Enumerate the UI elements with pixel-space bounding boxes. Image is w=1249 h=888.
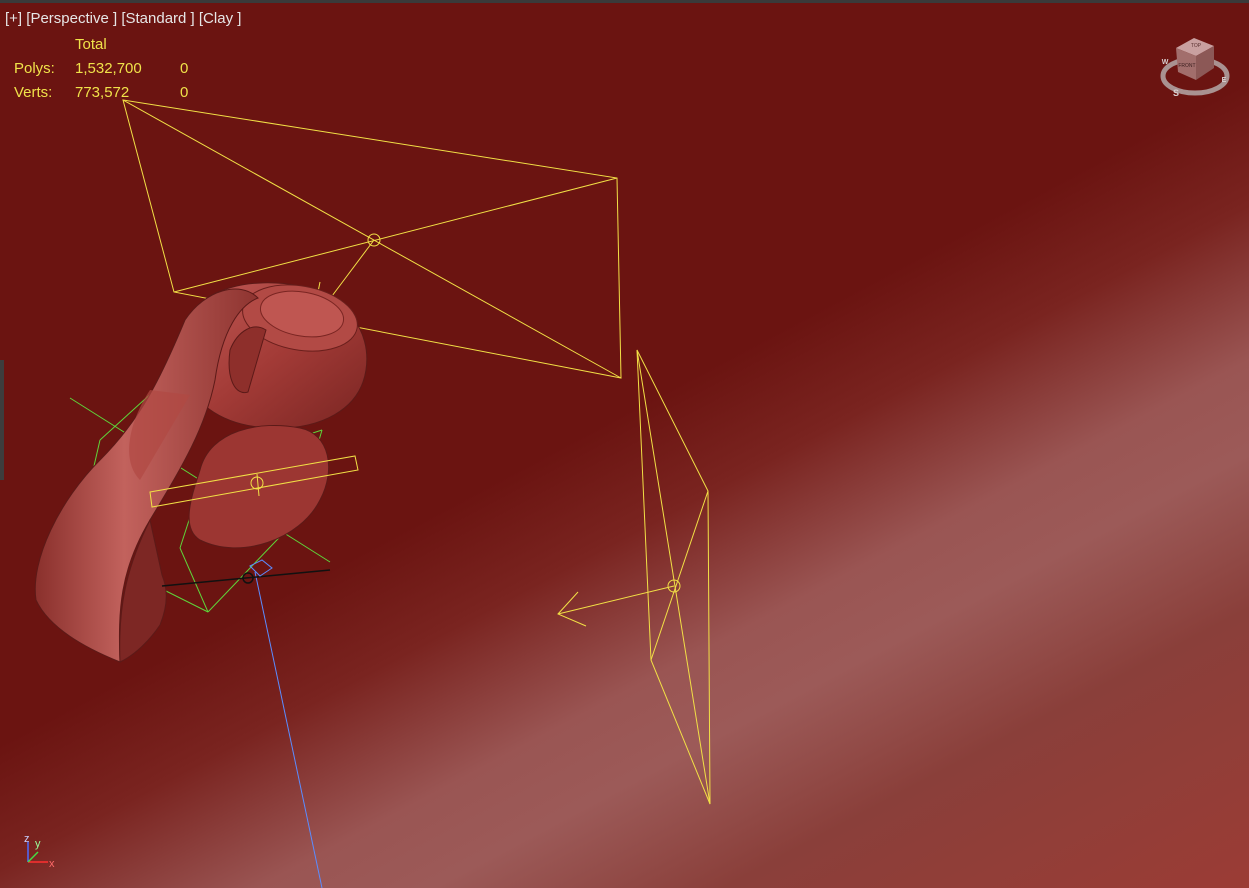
- area-light-right-gizmo[interactable]: [557, 349, 711, 805]
- viewport-style-menu[interactable]: [Clay ]: [199, 10, 242, 27]
- stats-polys-selected: 0: [180, 60, 189, 77]
- blue-axis-line: [254, 571, 323, 888]
- headphones-clay-model[interactable]: [34, 276, 368, 663]
- stats-total-header: Total: [75, 36, 107, 53]
- viewport-point-of-view-menu[interactable]: [Perspective ]: [26, 10, 117, 27]
- viewcube-top-face[interactable]: TOP: [1191, 43, 1202, 49]
- compass-south[interactable]: S: [1173, 88, 1179, 98]
- axis-y-label: y: [35, 838, 41, 850]
- perspective-viewport[interactable]: [+] [Perspective ] [Standard ] [Clay ] T…: [0, 0, 1249, 888]
- stats-polys-total: 1,532,700: [75, 60, 142, 77]
- viewport-shading-menu[interactable]: [Standard ]: [121, 10, 194, 27]
- viewport-plus-menu[interactable]: [+]: [5, 10, 22, 27]
- compass-east[interactable]: E: [1222, 77, 1227, 84]
- stats-polys-label: Polys:: [14, 60, 55, 77]
- stats-verts-label: Verts:: [14, 84, 53, 101]
- viewport-label-menu: [+] [Perspective ] [Standard ] [Clay ]: [5, 10, 241, 27]
- axis-x-label: x: [49, 858, 55, 870]
- compass-west[interactable]: W: [1162, 59, 1169, 66]
- stats-verts-total: 773,572: [75, 84, 130, 101]
- stats-verts-selected: 0: [180, 84, 189, 101]
- world-axis-tripod-icon: z y x: [24, 833, 55, 870]
- viewcube-front-face[interactable]: FRONT: [1178, 63, 1195, 69]
- scene-canvas[interactable]: [0, 0, 1249, 888]
- viewcube-navigation-icon[interactable]: TOP FRONT S W E: [1158, 34, 1232, 100]
- axis-z-label: z: [24, 833, 30, 845]
